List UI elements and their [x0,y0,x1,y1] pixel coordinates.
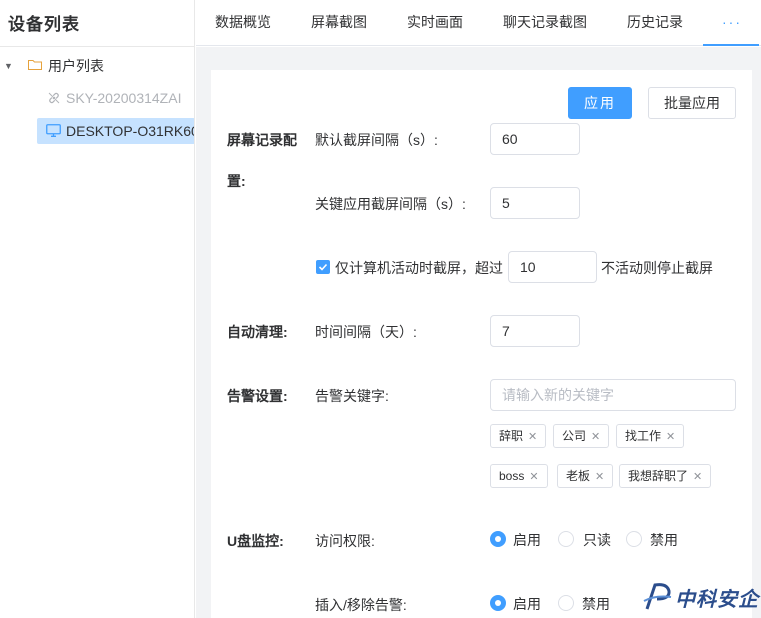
usb-access-label: 访问权限: [315,533,375,549]
access-enable-label[interactable]: 启用 [513,530,541,550]
close-icon[interactable]: ✕ [529,471,538,483]
plug-disable-label[interactable]: 禁用 [582,594,610,614]
keyword-tag: 老板 ✕ [557,464,614,488]
default-interval-label: 默认截屏间隔（s）: [315,132,438,148]
auto-clean-section-label: 自动清理: [227,324,288,340]
keyword-tag: 公司 ✕ [553,424,610,448]
tab-live-view[interactable]: 实时画面 [407,0,463,46]
tab-chat-screenshots[interactable]: 聊天记录截图 [503,0,587,46]
keyword-tag: 辞职 ✕ [490,424,547,448]
tree-node-device-desktop[interactable]: DESKTOP-O31RK60 [37,118,195,144]
screen-record-section-label-cont: 置: [227,173,246,189]
watermark-text: 中科安企 [675,587,759,611]
keyword-tag-label: 找工作 [625,429,662,443]
alert-section-label: 告警设置: [227,388,288,404]
keyword-tag-label: 公司 [562,429,587,443]
monitor-icon [46,124,61,137]
keyword-tag: boss ✕ [490,464,548,488]
plug-alert-label: 插入/移除告警: [315,597,407,613]
usb-section-label: U盘监控: [227,533,284,549]
brand-watermark: 中科安企 [641,578,759,614]
active-only-label: 仅计算机活动时截屏，超过 [335,260,503,276]
keyword-tag: 找工作 ✕ [616,424,685,448]
clean-interval-label: 时间间隔（天）: [315,324,417,340]
tab-history[interactable]: 历史记录 [627,0,683,46]
access-readonly-radio[interactable] [558,531,574,547]
close-icon[interactable]: ✕ [591,431,600,443]
keyword-tag-label: 老板 [566,469,591,483]
close-icon[interactable]: ✕ [528,431,537,443]
key-app-interval-label: 关键应用截屏间隔（s）: [315,196,466,212]
active-only-checkbox[interactable] [316,260,330,274]
access-disable-radio[interactable] [626,531,642,547]
brand-logo-icon [643,583,672,610]
inactive-minutes-input[interactable] [508,251,597,283]
tab-bar: 数据概览 屏幕截图 实时画面 聊天记录截图 历史记录 ··· [196,0,761,46]
plug-enable-label[interactable]: 启用 [513,594,541,614]
access-disable-label[interactable]: 禁用 [650,530,678,550]
keyword-tag-label: 我想辞职了 [628,469,689,483]
clean-interval-input[interactable] [490,315,580,347]
tab-data-overview[interactable]: 数据概览 [215,0,271,46]
plug-enable-radio[interactable] [490,595,506,611]
tree-node-label: 用户列表 [48,58,104,74]
close-icon[interactable]: ✕ [595,471,604,483]
check-icon [318,263,328,271]
access-readonly-label[interactable]: 只读 [583,530,611,550]
sidebar-title: 设备列表 [8,15,80,34]
keyword-tag-label: boss [499,469,525,483]
tree-node-label: DESKTOP-O31RK60 [66,123,195,139]
access-enable-radio[interactable] [490,531,506,547]
close-icon[interactable]: ✕ [666,431,675,443]
key-app-interval-input[interactable] [490,187,580,219]
tree-node-label: SKY-20200314ZAI [66,90,182,106]
tab-screenshots[interactable]: 屏幕截图 [311,0,367,46]
inactive-suffix-label: 不活动则停止截屏 [601,260,713,276]
link-icon [48,92,60,104]
folder-icon [28,60,42,70]
active-tab-indicator [703,44,759,46]
keyword-tag-label: 辞职 [499,429,524,443]
batch-apply-button[interactable]: 批量应用 [648,87,736,119]
default-interval-input[interactable] [490,123,580,155]
plug-disable-radio[interactable] [558,595,574,611]
tab-more[interactable]: ··· [722,0,742,46]
caret-down-icon[interactable]: ▼ [4,53,13,79]
alert-keyword-label: 告警关键字: [315,388,389,404]
close-icon[interactable]: ✕ [693,471,702,483]
apply-button[interactable]: 应用 [568,87,632,119]
device-sidebar: 设备列表 ▼ 用户列表 SKY-20200314ZAI DESKTOP-O31R… [0,0,195,618]
sidebar-divider [0,46,194,47]
keyword-tag: 我想辞职了 ✕ [619,464,712,488]
screen-record-section-label: 屏幕记录配 [227,132,297,148]
new-keyword-input[interactable] [490,379,736,411]
